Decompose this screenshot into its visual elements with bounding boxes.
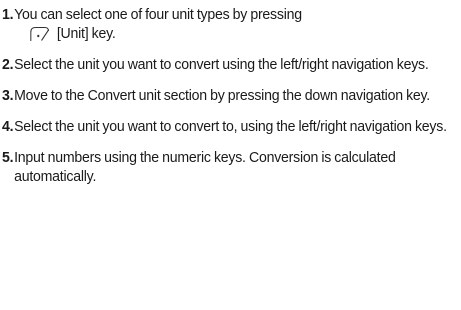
- step-text: Select the unit you want to convert usin…: [14, 56, 429, 73]
- step-5: 5. Input numbers using the numeric keys. …: [2, 148, 461, 186]
- step-number: 3.: [2, 87, 14, 104]
- step-2: 2. Select the unit you want to convert us…: [2, 55, 461, 74]
- step-3: 3. Move to the Convert unit section by pr…: [2, 86, 461, 105]
- step-4: 4. Select the unit you want to convert to…: [2, 117, 461, 136]
- instruction-steps: 1. You can select one of four unit types …: [2, 5, 457, 198]
- step-text: You can select one of four unit types by…: [14, 6, 302, 23]
- soft-key-icon: [30, 26, 50, 41]
- step-text-after-icon: [Unit] key.: [56, 25, 116, 42]
- step-1: 1. You can select one of four unit types …: [2, 5, 461, 43]
- step-text: Select the unit you want to convert to, …: [14, 118, 447, 135]
- step-text: Input numbers using the numeric keys. Co…: [14, 149, 396, 185]
- step-number: 4.: [2, 118, 14, 135]
- step-text: Move to the Convert unit section by pres…: [14, 87, 430, 104]
- step-number: 5.: [2, 149, 14, 166]
- step-number: 2.: [2, 56, 14, 73]
- step-number: 1.: [2, 6, 14, 23]
